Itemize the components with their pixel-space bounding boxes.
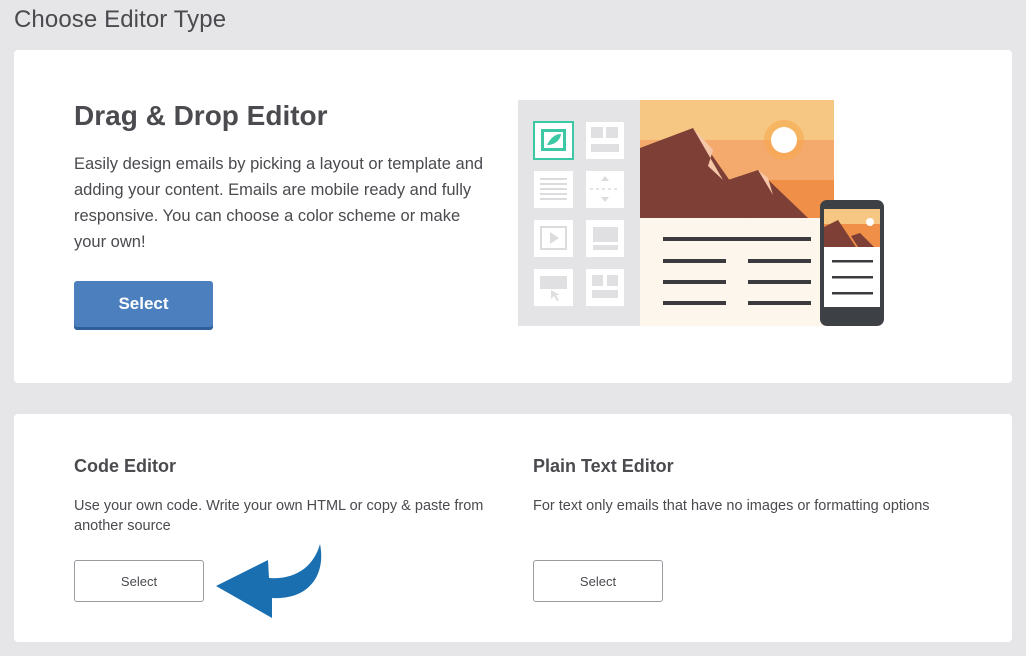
drag-drop-editor-description: Easily design emails by picking a layout…	[74, 155, 484, 251]
drag-drop-editor-title: Drag & Drop Editor	[74, 100, 328, 131]
code-editor-select-button[interactable]: Select	[74, 560, 204, 602]
plain-text-editor-select-button[interactable]: Select	[533, 560, 663, 602]
code-editor-description: Use your own code. Write your own HTML o…	[74, 498, 484, 534]
plain-text-editor-title: Plain Text Editor	[533, 456, 674, 476]
page-title: Choose Editor Type	[14, 6, 227, 33]
drag-drop-editor-card: Drag & Drop Editor Easily design emails …	[14, 50, 1012, 383]
email-editor-illustration	[518, 100, 884, 326]
plain-text-editor-description: For text only emails that have no images…	[533, 498, 930, 514]
drag-drop-select-button[interactable]: Select	[74, 281, 213, 327]
curved-arrow-icon	[216, 544, 322, 618]
code-editor-title: Code Editor	[74, 456, 176, 476]
other-editors-card: Code Editor Use your own code. Write you…	[14, 414, 1012, 642]
